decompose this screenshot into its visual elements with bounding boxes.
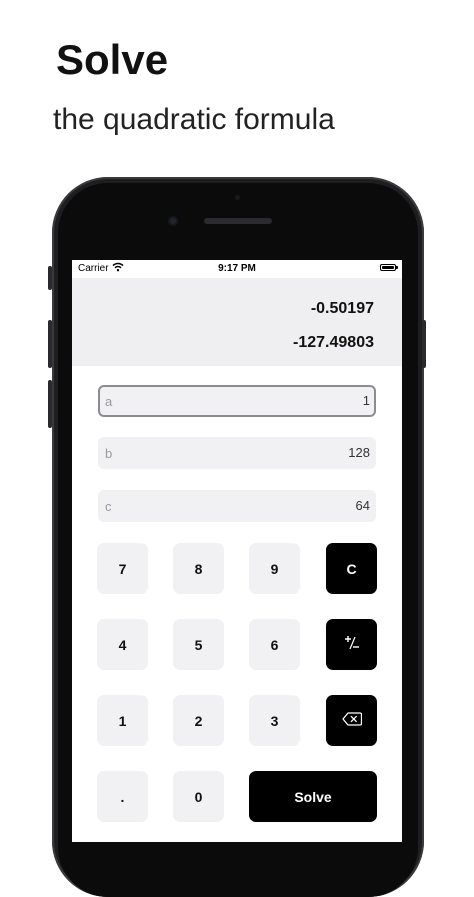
volume-up-button (48, 320, 52, 368)
clear-button[interactable]: C (326, 543, 377, 594)
coefficient-c-field[interactable]: c 64 (98, 490, 376, 522)
front-camera (168, 216, 178, 226)
key-2-button[interactable]: 2 (173, 695, 224, 746)
key-3-button[interactable]: 3 (249, 695, 300, 746)
coefficient-b-field[interactable]: b 128 (98, 437, 376, 469)
root-2-value: -127.49803 (293, 334, 374, 351)
coefficient-b-label: b (105, 446, 113, 461)
proximity-sensor (235, 195, 240, 200)
subheadline: the quadratic formula (53, 103, 335, 136)
backspace-icon (341, 712, 362, 729)
status-bar: Carrier 9:17 PM (72, 260, 402, 278)
key-4-button[interactable]: 4 (97, 619, 148, 670)
results-panel: -0.50197 -127.49803 (72, 278, 402, 366)
status-time: 9:17 PM (218, 263, 256, 274)
coefficient-a-field[interactable]: a 1 (98, 385, 376, 417)
key-6-button[interactable]: 6 (249, 619, 300, 670)
coefficient-a-label: a (105, 394, 113, 409)
mute-switch (48, 266, 52, 290)
coefficient-c-label: c (105, 499, 112, 514)
key-1-button[interactable]: 1 (97, 695, 148, 746)
key-5-button[interactable]: 5 (173, 619, 224, 670)
decimal-point-button[interactable]: . (97, 771, 148, 822)
coefficient-b-value: 128 (348, 445, 370, 460)
headline: Solve (56, 36, 169, 83)
coefficient-a-value: 1 (362, 393, 370, 408)
sign-toggle-button[interactable] (326, 619, 377, 670)
power-button (422, 320, 426, 368)
volume-down-button (48, 380, 52, 428)
key-0-button[interactable]: 0 (173, 771, 224, 822)
key-8-button[interactable]: 8 (173, 543, 224, 594)
key-7-button[interactable]: 7 (97, 543, 148, 594)
coefficient-c-value: 64 (355, 498, 370, 513)
key-9-button[interactable]: 9 (249, 543, 300, 594)
earpiece-speaker (204, 218, 272, 224)
plus-minus-icon (342, 633, 362, 656)
solve-button[interactable]: Solve (249, 771, 377, 822)
app-screen: Carrier 9:17 PM -0.50197 -127.49803 a 1 … (72, 260, 402, 842)
backspace-button[interactable] (326, 695, 377, 746)
root-1-value: -0.50197 (310, 300, 374, 317)
battery-icon (380, 264, 398, 271)
